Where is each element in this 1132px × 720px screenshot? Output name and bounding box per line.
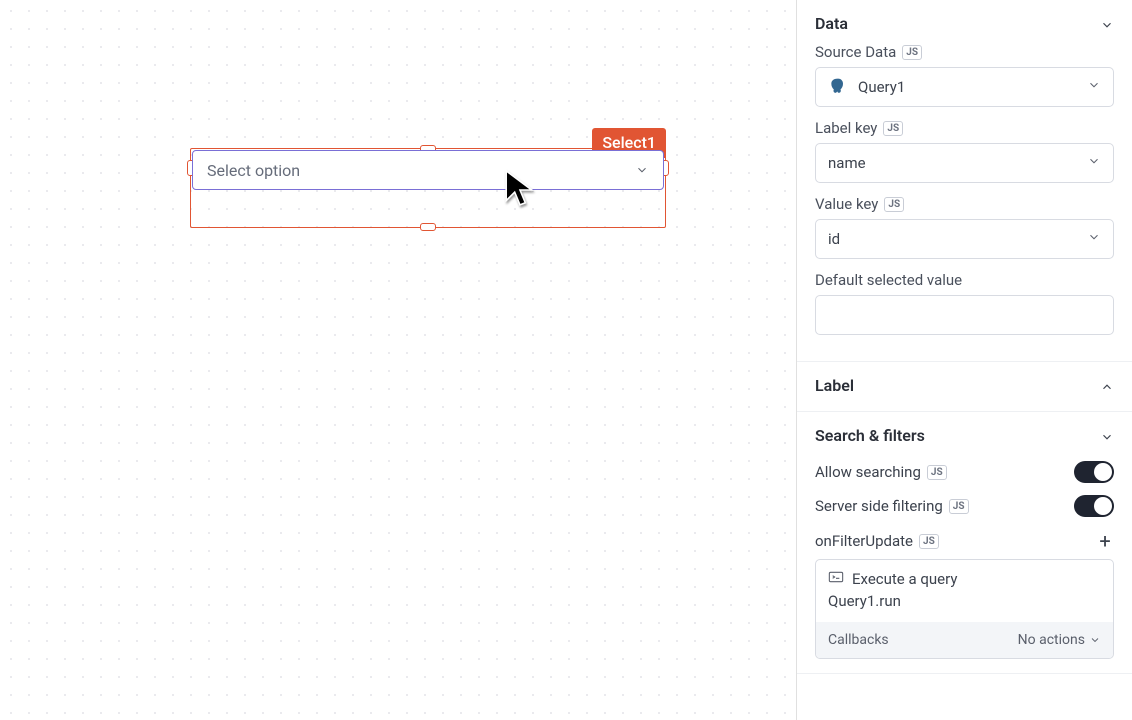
default-selected-label: Default selected value <box>815 271 1114 289</box>
value-key-value: id <box>828 230 840 248</box>
source-data-dropdown[interactable]: Query1 <box>815 67 1114 107</box>
prop-server-side-filtering: Server side filtering JS <box>815 489 1114 523</box>
chevron-up-icon <box>1100 379 1114 393</box>
server-side-label: Server side filtering <box>815 497 943 515</box>
select-widget[interactable]: Select option <box>192 150 664 190</box>
action-card[interactable]: Execute a query Query1.run Callbacks No … <box>815 559 1114 659</box>
chevron-down-icon <box>1087 230 1101 248</box>
section-label: Label <box>797 362 1132 412</box>
js-badge[interactable]: JS <box>883 121 903 136</box>
chevron-down-icon <box>1100 17 1114 31</box>
js-badge[interactable]: JS <box>902 45 922 60</box>
chevron-down-icon <box>1089 634 1101 646</box>
js-badge[interactable]: JS <box>884 197 904 212</box>
label-key-label-text: Label key <box>815 119 877 137</box>
prop-source-data: Source Data JS Query1 <box>815 43 1114 107</box>
property-panel[interactable]: Data Source Data JS Query1 <box>797 0 1132 720</box>
default-selected-input[interactable] <box>815 295 1114 335</box>
widget-selection-outline: Select option <box>190 148 666 228</box>
value-key-dropdown[interactable]: id <box>815 219 1114 259</box>
chevron-down-icon <box>635 163 649 177</box>
source-data-value: Query1 <box>858 78 905 96</box>
server-side-toggle[interactable] <box>1074 495 1114 517</box>
section-search-filters: Search & filters Allow searching JS Serv… <box>797 412 1132 674</box>
prop-source-data-label: Source Data JS <box>815 43 1114 61</box>
callbacks-value: No actions <box>1018 632 1085 648</box>
allow-searching-toggle[interactable] <box>1074 461 1114 483</box>
section-search-header[interactable]: Search & filters <box>815 420 1114 455</box>
prop-value-key: Value key JS id <box>815 195 1114 259</box>
canvas[interactable]: Select1 Select option <box>0 0 797 720</box>
prop-value-key-label: Value key JS <box>815 195 1114 213</box>
chevron-down-icon <box>1087 154 1101 172</box>
source-data-label-text: Source Data <box>815 43 896 61</box>
label-key-value: name <box>828 154 866 172</box>
chevron-down-icon <box>1100 429 1114 443</box>
section-label-header[interactable]: Label <box>815 370 1114 405</box>
query-icon <box>828 570 844 588</box>
js-badge[interactable]: JS <box>919 534 939 549</box>
prop-on-filter-update: onFilterUpdate JS + <box>815 523 1114 559</box>
section-label-title: Label <box>815 376 854 395</box>
action-title: Execute a query <box>852 570 957 588</box>
postgres-icon <box>828 77 848 97</box>
on-filter-update-label: onFilterUpdate <box>815 532 913 550</box>
js-badge[interactable]: JS <box>949 499 969 514</box>
chevron-down-icon <box>1087 78 1101 96</box>
prop-label-key-label: Label key JS <box>815 119 1114 137</box>
section-search-title: Search & filters <box>815 426 925 445</box>
prop-allow-searching: Allow searching JS <box>815 455 1114 489</box>
action-callbacks-row[interactable]: Callbacks No actions <box>816 622 1113 658</box>
allow-searching-label: Allow searching <box>815 463 921 481</box>
section-data: Data Source Data JS Query1 <box>797 0 1132 362</box>
add-action-button[interactable]: + <box>1096 529 1114 553</box>
select-placeholder: Select option <box>207 161 300 180</box>
resize-handle-bottom[interactable] <box>420 223 436 231</box>
callbacks-label: Callbacks <box>828 632 889 648</box>
js-badge[interactable]: JS <box>927 465 947 480</box>
section-data-title: Data <box>815 14 848 33</box>
action-subtitle: Query1.run <box>816 592 1113 622</box>
prop-label-key: Label key JS name <box>815 119 1114 183</box>
label-key-dropdown[interactable]: name <box>815 143 1114 183</box>
prop-default-selected: Default selected value <box>815 271 1114 335</box>
section-data-header[interactable]: Data <box>815 8 1114 43</box>
value-key-label-text: Value key <box>815 195 878 213</box>
